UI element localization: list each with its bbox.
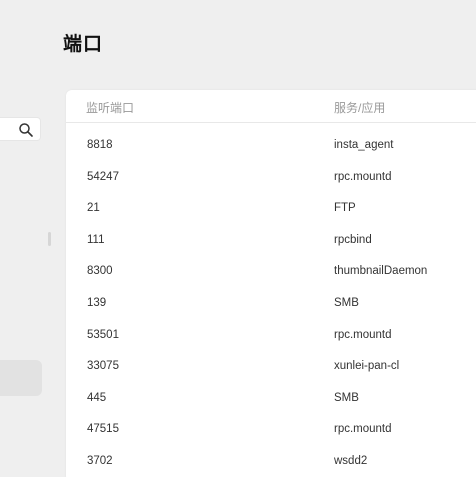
search-icon[interactable]: [18, 122, 34, 138]
service-cell: wsdd2: [334, 454, 368, 467]
table-row[interactable]: 53501 rpc.mountd: [66, 320, 476, 352]
service-cell: SMB: [334, 391, 359, 404]
sidebar-item-selected[interactable]: [0, 360, 42, 396]
port-cell: 8300: [87, 265, 113, 278]
port-cell: 54247: [87, 170, 119, 183]
sidebar-scrollbar[interactable]: [48, 232, 51, 246]
table-row[interactable]: 8300 thumbnailDaemon: [66, 256, 476, 288]
service-cell: insta_agent: [334, 139, 394, 151]
table-row[interactable]: 3702 wsdd2: [66, 446, 476, 477]
port-cell: 3702: [87, 454, 113, 467]
column-header-service[interactable]: 服务/应用: [334, 99, 385, 116]
table-row[interactable]: 47515 rpc.mountd: [66, 414, 476, 446]
sidebar-search-input[interactable]: [0, 117, 41, 141]
table-row[interactable]: 33075 xunlei-pan-cl: [66, 351, 476, 383]
ports-page: 端口 监听端口 服务/应用 8818 insta_agent 54247 rpc…: [0, 0, 476, 477]
table-row[interactable]: 8818 insta_agent: [66, 130, 476, 162]
port-cell: 53501: [87, 328, 119, 341]
port-cell: 139: [87, 296, 107, 309]
port-cell: 47515: [87, 423, 119, 436]
table-row[interactable]: 445 SMB: [66, 383, 476, 415]
service-cell: rpc.mountd: [334, 423, 392, 436]
service-cell: FTP: [334, 202, 356, 215]
table-row[interactable]: 139 SMB: [66, 288, 476, 320]
service-cell: rpc.mountd: [334, 170, 392, 183]
column-header-port[interactable]: 监听端口: [86, 99, 134, 116]
service-cell: xunlei-pan-cl: [334, 360, 400, 373]
port-cell: 8818: [87, 139, 113, 151]
table-row[interactable]: 21 FTP: [66, 193, 476, 225]
table-header: 监听端口 服务/应用: [66, 90, 476, 123]
service-cell: rpc.mountd: [334, 328, 392, 341]
page-title: 端口: [63, 34, 104, 55]
service-cell: SMB: [334, 296, 359, 309]
table-body: 8818 insta_agent 54247 rpc.mountd 21 FTP…: [66, 130, 476, 477]
table-row[interactable]: 111 rpcbind: [66, 225, 476, 257]
service-cell: thumbnailDaemon: [334, 265, 428, 278]
port-cell: 33075: [87, 360, 119, 373]
port-cell: 111: [87, 233, 105, 246]
table-row[interactable]: 54247 rpc.mountd: [66, 162, 476, 194]
ports-table: 监听端口 服务/应用 8818 insta_agent 54247 rpc.mo…: [66, 90, 476, 477]
port-cell: 21: [87, 202, 100, 215]
service-cell: rpcbind: [334, 233, 372, 246]
port-cell: 445: [87, 391, 107, 404]
